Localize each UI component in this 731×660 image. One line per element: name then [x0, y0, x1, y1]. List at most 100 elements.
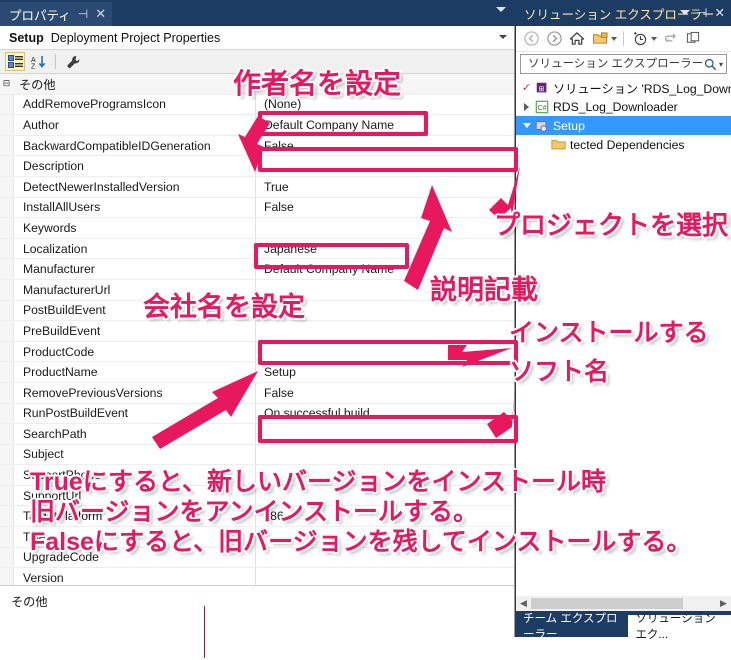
solution-tree[interactable]: ✓⊞ソリューション 'RDS_Log_DownloadeC#RDS_Log_Do… — [516, 78, 731, 154]
solution-icon: ⊞ — [533, 81, 550, 95]
categorized-icon — [8, 55, 23, 69]
property-row[interactable]: TargetPlatformx86 — [0, 506, 514, 527]
property-row[interactable]: RunPostBuildEventOn successful build — [0, 404, 514, 425]
forward-button[interactable] — [544, 29, 564, 49]
property-row[interactable]: InstallAllUsersFalse — [0, 198, 514, 219]
property-name: SupportPhone — [13, 468, 255, 482]
property-name: ManufacturerUrl — [13, 283, 255, 297]
properties-tab-label: プロパティ — [9, 5, 71, 24]
property-row[interactable]: ManufacturerDefault Company Name — [0, 259, 514, 280]
property-row[interactable]: BackwardCompatibleIDGenerationFalse — [0, 136, 514, 157]
property-row[interactable]: Description — [0, 156, 514, 177]
pending-changes-icon — [632, 31, 648, 46]
alphabetical-sort-icon: A Z — [31, 55, 46, 69]
property-row[interactable]: AddRemoveProgramsIcon(None) — [0, 95, 514, 116]
property-value[interactable]: True — [255, 180, 289, 194]
solution-explorer-titlebar: ソリューション エクスプローラー ⊣ ✕ — [516, 0, 731, 26]
tree-node[interactable]: ✓⊞ソリューション 'RDS_Log_Downloade — [516, 78, 731, 97]
chevron-down-icon[interactable] — [520, 123, 533, 128]
property-category-row[interactable]: ⊟ その他 — [0, 74, 514, 95]
pin-icon[interactable]: ⊣ — [78, 7, 88, 21]
property-value[interactable]: Default Company Name — [255, 262, 394, 276]
refresh-button[interactable] — [660, 29, 680, 49]
property-value[interactable]: False — [255, 386, 294, 400]
property-row[interactable]: Keywords — [0, 218, 514, 239]
scrollbar-thumb[interactable] — [531, 598, 683, 609]
toolbar-divider — [55, 54, 56, 69]
tree-node[interactable]: tected Dependencies — [516, 135, 731, 154]
solution-explorer-toolbar — [516, 26, 731, 52]
search-icon[interactable] — [704, 58, 717, 71]
property-row[interactable]: Title — [0, 527, 514, 548]
wrench-icon — [66, 55, 81, 69]
property-row[interactable]: SupportUrl — [0, 486, 514, 507]
property-row[interactable]: UpgradeCode — [0, 548, 514, 569]
property-row[interactable]: PostBuildEvent — [0, 301, 514, 322]
chevron-down-icon[interactable] — [651, 37, 657, 41]
property-value[interactable]: x86 — [255, 509, 284, 523]
property-pages-button[interactable] — [63, 52, 83, 71]
property-name: DetectNewerInstalledVersion — [13, 180, 255, 194]
chevron-down-icon[interactable] — [499, 35, 507, 39]
tree-node-label: Setup — [550, 119, 585, 133]
property-row[interactable]: AuthorDefault Company Name — [0, 115, 514, 136]
back-button[interactable] — [521, 29, 541, 49]
property-value[interactable]: On successful build — [255, 406, 370, 420]
tree-node[interactable]: C#RDS_Log_Downloader — [516, 97, 731, 116]
solution-search-box[interactable]: ▾ — [520, 54, 727, 74]
categorized-button[interactable] — [5, 52, 25, 71]
properties-object-name: Setup — [9, 31, 44, 45]
property-row[interactable]: SupportPhone — [0, 465, 514, 486]
alphabetical-sort-button[interactable]: A Z — [28, 52, 48, 71]
chevron-down-icon[interactable]: ▾ — [719, 60, 723, 69]
property-name: UpgradeCode — [13, 550, 255, 564]
tree-node[interactable]: Setup — [516, 116, 731, 135]
property-row[interactable]: ProductNameSetup — [0, 362, 514, 383]
property-row[interactable]: LocalizationJapanese — [0, 239, 514, 260]
property-value[interactable]: Setup — [255, 365, 296, 379]
scroll-left-icon[interactable]: ◀ — [516, 598, 531, 609]
home-button[interactable] — [567, 29, 587, 49]
bottom-tab[interactable]: チーム エクスプローラー — [516, 615, 628, 637]
collapse-all-button[interactable] — [683, 29, 703, 49]
property-value[interactable]: False — [255, 200, 294, 214]
property-value[interactable]: Japanese — [255, 242, 317, 256]
property-row[interactable]: PreBuildEvent — [0, 321, 514, 342]
chevron-down-icon[interactable] — [611, 37, 617, 41]
property-row[interactable]: Version — [0, 568, 514, 585]
chevron-down-icon[interactable] — [680, 10, 690, 15]
search-input[interactable] — [526, 57, 704, 71]
properties-object-header[interactable]: Setup Deployment Project Properties — [0, 26, 514, 50]
properties-body: Setup Deployment Project Properties A — [0, 26, 515, 637]
scroll-right-icon[interactable]: ▶ — [716, 598, 731, 609]
chevron-down-icon[interactable] — [496, 7, 506, 12]
property-row[interactable]: RemovePreviousVersionsFalse — [0, 383, 514, 404]
close-icon[interactable]: ✕ — [715, 5, 725, 20]
property-grid[interactable]: ⊟ その他 AddRemoveProgramsIcon(None)AuthorD… — [0, 74, 514, 585]
property-row[interactable]: SearchPath — [0, 424, 514, 445]
toolbar-divider — [623, 31, 624, 46]
property-name: RemovePreviousVersions — [13, 386, 255, 400]
property-row[interactable]: ManufacturerUrl — [0, 280, 514, 301]
property-name: ProductCode — [13, 345, 255, 359]
property-row[interactable]: DetectNewerInstalledVersionTrue — [0, 177, 514, 198]
collapse-icon[interactable]: ⊟ — [0, 78, 13, 89]
pin-icon[interactable]: ⊣ — [697, 5, 708, 20]
forward-arrow-icon — [547, 31, 562, 46]
properties-tab[interactable]: プロパティ ⊣ ✕ — [0, 2, 112, 26]
tree-indent: ✓ — [520, 81, 533, 94]
solution-horizontal-scrollbar[interactable]: ◀ ▶ — [516, 596, 731, 611]
property-description-pane: その他 — [0, 585, 514, 660]
property-name: PostBuildEvent — [13, 303, 255, 317]
property-name: SearchPath — [13, 427, 255, 441]
property-value[interactable]: False — [255, 139, 294, 153]
bottom-tab[interactable]: ソリューション エク... — [628, 615, 731, 637]
property-value[interactable]: Default Company Name — [255, 118, 394, 132]
property-row[interactable]: Subject — [0, 445, 514, 466]
pending-changes-button[interactable] — [630, 29, 650, 49]
property-value[interactable]: (None) — [255, 97, 301, 111]
close-icon[interactable]: ✕ — [95, 6, 106, 22]
new-folder-button[interactable] — [590, 29, 610, 49]
chevron-right-icon[interactable] — [520, 103, 533, 111]
property-row[interactable]: ProductCode — [0, 342, 514, 363]
